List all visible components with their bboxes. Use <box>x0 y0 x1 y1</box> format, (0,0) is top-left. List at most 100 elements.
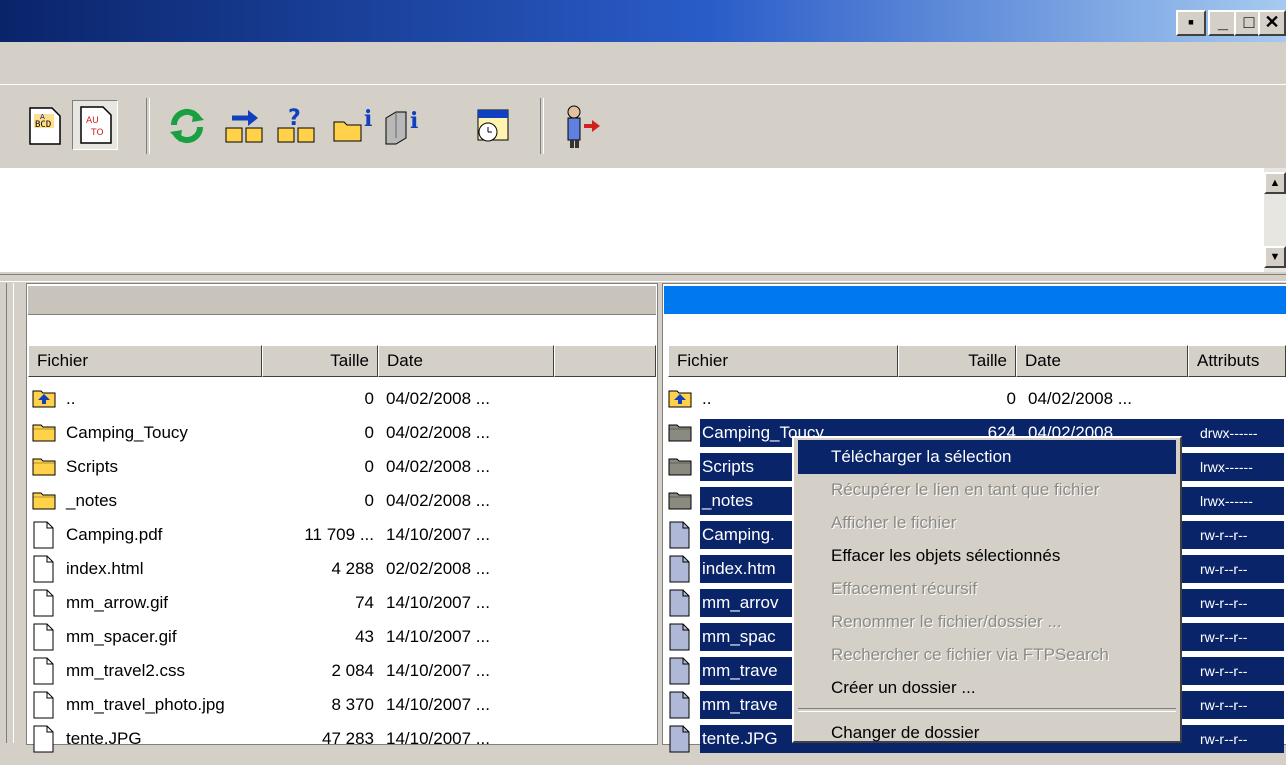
menu-item[interactable]: Changer de dossier <box>798 716 1176 750</box>
scroll-down-icon[interactable]: ▼ <box>1264 246 1286 268</box>
file-size: 11 709 ... <box>304 525 374 544</box>
remote-col-taille[interactable]: Taille <box>898 345 1016 377</box>
file-icon <box>668 521 692 549</box>
local-panel-titlebar <box>28 286 656 315</box>
file-date: 04/02/2008 ... <box>386 491 490 510</box>
folder-icon <box>668 487 692 515</box>
scroll-up-icon[interactable]: ▲ <box>1264 172 1286 194</box>
menu-item[interactable]: Télécharger la sélection <box>798 440 1176 474</box>
file-size: 0 <box>1006 389 1016 408</box>
file-date: 04/02/2008 ... <box>386 423 490 442</box>
file-icon <box>32 657 56 685</box>
file-date: 14/10/2007 ... <box>386 525 490 544</box>
local-file-row[interactable]: .. 0 04/02/2008 ... <box>30 382 650 416</box>
local-file-row[interactable]: tente.JPG 47 283 14/10/2007 ... <box>30 722 650 756</box>
local-file-row[interactable]: mm_travel_photo.jpg 8 370 14/10/2007 ... <box>30 688 650 722</box>
disk-info-icon[interactable]: i <box>380 100 426 150</box>
file-date: 04/02/2008 ... <box>386 457 490 476</box>
schedule-icon[interactable] <box>470 100 516 150</box>
left-splitter[interactable] <box>6 283 14 743</box>
file-date: 14/10/2007 ... <box>386 661 490 680</box>
splitter[interactable] <box>0 274 1286 282</box>
folder-icon <box>32 419 56 447</box>
local-file-row[interactable]: Scripts 0 04/02/2008 ... <box>30 450 650 484</box>
ascii-mode-icon[interactable]: BCD A <box>22 100 68 150</box>
file-size: 0 <box>364 423 374 442</box>
menu-item[interactable]: Créer un dossier ... <box>798 671 1176 705</box>
disconnect-icon[interactable] <box>558 100 604 150</box>
file-size: 43 <box>355 627 374 646</box>
file-name: _notes <box>66 491 118 510</box>
folder-icon <box>32 453 56 481</box>
file-icon <box>32 623 56 651</box>
file-icon <box>668 589 692 617</box>
menu-item: Rechercher ce fichier via FTPSearch <box>831 645 1109 664</box>
file-date: 04/02/2008 ... <box>386 389 490 408</box>
file-attributes: lrwx------ <box>1200 453 1284 481</box>
file-size: 8 370 <box>331 695 374 714</box>
svg-text:AU: AU <box>86 116 99 126</box>
local-col-empty[interactable] <box>554 345 656 377</box>
close-button[interactable]: ✕ <box>1258 10 1286 36</box>
local-file-row[interactable]: Camping.pdf 11 709 ... 14/10/2007 ... <box>30 518 650 552</box>
context-menu: Télécharger la sélection Récupérer le lie… <box>792 436 1182 743</box>
local-file-row[interactable]: index.html 4 288 02/02/2008 ... <box>30 552 650 586</box>
local-col-taille[interactable]: Taille <box>262 345 378 377</box>
file-name: mm_travel_photo.jpg <box>66 695 225 714</box>
upload-icon[interactable] <box>222 100 268 150</box>
menu-item[interactable]: Effacer les objets sélectionnés <box>798 539 1176 573</box>
file-size: 0 <box>364 389 374 408</box>
file-date: 02/02/2008 ... <box>386 559 490 578</box>
file-size: 0 <box>364 491 374 510</box>
menu-separator <box>798 708 1176 712</box>
file-icon <box>32 521 56 549</box>
file-size: 74 <box>355 593 374 612</box>
file-date: 14/10/2007 ... <box>386 627 490 646</box>
file-size: 4 288 <box>331 559 374 578</box>
restore-inner-button[interactable]: ▪ <box>1176 10 1206 36</box>
file-attributes: rw-r--r-- <box>1200 623 1284 651</box>
toolbar-separator <box>540 98 544 154</box>
download-query-icon[interactable]: ? <box>274 100 320 150</box>
svg-text:TO: TO <box>90 128 104 138</box>
file-icon <box>668 691 692 719</box>
local-path-bar <box>28 316 656 344</box>
file-name: mm_spacer.gif <box>66 627 177 646</box>
file-name: .. <box>702 389 712 408</box>
folder-info-icon[interactable]: i <box>330 100 376 150</box>
file-attributes: drwx------ <box>1200 419 1284 447</box>
remote-col-fichier[interactable]: Fichier <box>668 345 898 377</box>
local-file-row[interactable]: mm_arrow.gif 74 14/10/2007 ... <box>30 586 650 620</box>
local-file-row[interactable]: mm_spacer.gif 43 14/10/2007 ... <box>30 620 650 654</box>
file-date: 04/02/2008 ... <box>1028 389 1132 408</box>
file-size: 0 <box>364 457 374 476</box>
file-name: Camping.pdf <box>66 525 163 544</box>
file-attributes: rw-r--r-- <box>1200 589 1284 617</box>
local-file-row[interactable]: Camping_Toucy 0 04/02/2008 ... <box>30 416 650 450</box>
file-icon <box>668 623 692 651</box>
auto-mode-icon[interactable]: AU TO <box>72 100 118 150</box>
file-icon <box>32 691 56 719</box>
file-size: 2 084 <box>331 661 374 680</box>
file-name: Camping_Toucy <box>66 423 188 442</box>
remote-panel-titlebar <box>664 286 1286 314</box>
refresh-icon[interactable] <box>164 100 210 150</box>
file-icon <box>668 555 692 583</box>
file-icon <box>32 725 56 753</box>
title-bar[interactable] <box>0 0 1286 42</box>
log-area[interactable] <box>0 168 1264 272</box>
remote-file-row[interactable]: .. 0 04/02/2008 ... <box>666 382 1286 416</box>
file-date: 14/10/2007 ... <box>386 695 490 714</box>
remote-col-attributs[interactable]: Attributs <box>1188 345 1286 377</box>
svg-text:?: ? <box>288 106 301 131</box>
local-col-date[interactable]: Date <box>378 345 554 377</box>
menu-item: Afficher le fichier <box>831 513 957 532</box>
local-file-row[interactable]: _notes 0 04/02/2008 ... <box>30 484 650 518</box>
folder-icon <box>32 487 56 515</box>
local-file-row[interactable]: mm_travel2.css 2 084 14/10/2007 ... <box>30 654 650 688</box>
menu-item: Récupérer le lien en tant que fichier <box>831 480 1100 499</box>
remote-col-date[interactable]: Date <box>1016 345 1188 377</box>
local-col-fichier[interactable]: Fichier <box>28 345 262 377</box>
file-date: 14/10/2007 ... <box>386 729 490 748</box>
file-icon <box>668 657 692 685</box>
